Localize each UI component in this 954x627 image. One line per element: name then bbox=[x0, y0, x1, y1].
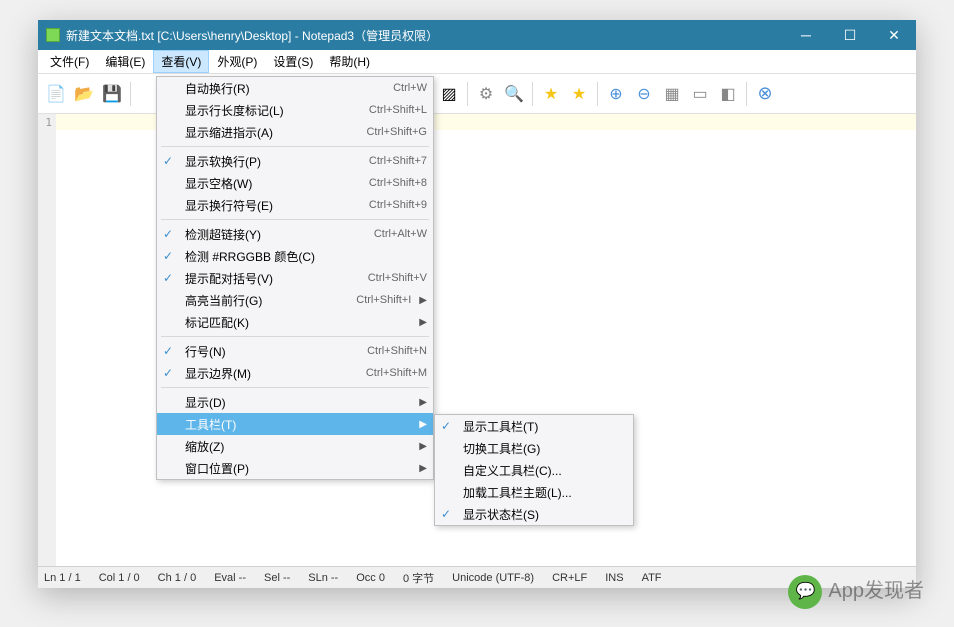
menuitem-indent-guides[interactable]: 显示缩进指示(A)Ctrl+Shift+G bbox=[157, 121, 433, 143]
status-ch[interactable]: Ch 1 / 0 bbox=[158, 572, 197, 584]
star-icon[interactable]: ★ bbox=[539, 82, 563, 106]
star-add-icon[interactable]: ★ bbox=[567, 82, 591, 106]
submenu-arrow-icon: ▶ bbox=[419, 463, 427, 474]
app-icon bbox=[46, 28, 60, 42]
menu-file[interactable]: 文件(F) bbox=[42, 50, 97, 73]
menu-settings[interactable]: 设置(S) bbox=[265, 50, 321, 73]
toolbar-divider bbox=[597, 82, 598, 106]
menu-separator bbox=[161, 219, 429, 220]
status-ins[interactable]: INS bbox=[605, 572, 623, 584]
menuitem-long-line-marker[interactable]: 显示行长度标记(L)Ctrl+Shift+L bbox=[157, 99, 433, 121]
menuitem-show-toolbar[interactable]: ✓显示工具栏(T) bbox=[435, 415, 633, 437]
zoom-in-icon[interactable]: ⊕ bbox=[604, 82, 628, 106]
submenu-arrow-icon: ▶ bbox=[419, 441, 427, 452]
check-icon: ✓ bbox=[441, 419, 451, 433]
status-atf[interactable]: ATF bbox=[642, 572, 662, 584]
statusbar: Ln 1 / 1 Col 1 / 0 Ch 1 / 0 Eval -- Sel … bbox=[38, 566, 916, 588]
submenu-arrow-icon: ▶ bbox=[419, 295, 427, 306]
status-encoding[interactable]: Unicode (UTF-8) bbox=[452, 572, 534, 584]
open-file-icon[interactable]: 📂 bbox=[72, 82, 96, 106]
checkmark-icon[interactable]: ▨ bbox=[437, 82, 461, 106]
menu-edit[interactable]: 编辑(E) bbox=[97, 50, 153, 73]
menuitem-brace-match[interactable]: ✓提示配对括号(V)Ctrl+Shift+V bbox=[157, 267, 433, 289]
submenu-arrow-icon: ▶ bbox=[419, 419, 427, 430]
check-icon: ✓ bbox=[163, 366, 173, 380]
menuitem-margin[interactable]: ✓显示边界(M)Ctrl+Shift+M bbox=[157, 362, 433, 384]
check-icon: ✓ bbox=[163, 271, 173, 285]
tree-icon[interactable]: ⚙ bbox=[474, 82, 498, 106]
submenu-arrow-icon: ▶ bbox=[419, 317, 427, 328]
close-button[interactable]: ✕ bbox=[872, 20, 916, 50]
menuitem-toolbars[interactable]: 工具栏(T)▶ bbox=[157, 413, 433, 435]
submenu-arrow-icon: ▶ bbox=[419, 397, 427, 408]
menuitem-eol[interactable]: 显示换行符号(E)Ctrl+Shift+9 bbox=[157, 194, 433, 216]
new-file-icon[interactable]: 📄 bbox=[44, 82, 68, 106]
panel-icon[interactable]: ◧ bbox=[716, 82, 740, 106]
menu-view[interactable]: 查看(V) bbox=[153, 50, 209, 73]
menu-separator bbox=[161, 336, 429, 337]
line-number: 1 bbox=[45, 116, 52, 129]
menubar: 文件(F) 编辑(E) 查看(V) 外观(P) 设置(S) 帮助(H) bbox=[38, 50, 916, 74]
menuitem-bookmarks[interactable]: 标记匹配(K)▶ bbox=[157, 311, 433, 333]
window-title: 新建文本文档.txt [C:\Users\henry\Desktop] - No… bbox=[66, 27, 784, 44]
toolbar-divider bbox=[746, 82, 747, 106]
menu-separator bbox=[161, 146, 429, 147]
line-number-gutter: 1 bbox=[38, 114, 56, 566]
menu-help[interactable]: 帮助(H) bbox=[321, 50, 378, 73]
status-sel[interactable]: Sel -- bbox=[264, 572, 290, 584]
check-icon: ✓ bbox=[163, 227, 173, 241]
stop-icon[interactable]: ⊗ bbox=[753, 82, 777, 106]
menuitem-highlight-line[interactable]: 高亮当前行(G)Ctrl+Shift+I▶ bbox=[157, 289, 433, 311]
save-icon[interactable]: 💾 bbox=[100, 82, 124, 106]
menuitem-window-pos[interactable]: 窗口位置(P)▶ bbox=[157, 457, 433, 479]
toolbar-divider bbox=[467, 82, 468, 106]
check-icon: ✓ bbox=[441, 507, 451, 521]
maximize-button[interactable]: ☐ bbox=[828, 20, 872, 50]
menuitem-rrggbb[interactable]: ✓检测 #RRGGBB 颜色(C) bbox=[157, 245, 433, 267]
menuitem-customize-toolbar[interactable]: 自定义工具栏(C)... bbox=[435, 459, 633, 481]
check-icon: ✓ bbox=[163, 249, 173, 263]
zoom-out-icon[interactable]: ⊖ bbox=[632, 82, 656, 106]
check-icon: ✓ bbox=[163, 154, 173, 168]
minimize-button[interactable]: ─ bbox=[784, 20, 828, 50]
view-dropdown: 自动换行(R)Ctrl+W 显示行长度标记(L)Ctrl+Shift+L 显示缩… bbox=[156, 76, 434, 480]
box-icon[interactable]: ▭ bbox=[688, 82, 712, 106]
menu-appearance[interactable]: 外观(P) bbox=[209, 50, 265, 73]
menuitem-hyperlinks[interactable]: ✓检测超链接(Y)Ctrl+Alt+W bbox=[157, 223, 433, 245]
toolbars-submenu: ✓显示工具栏(T) 切换工具栏(G) 自定义工具栏(C)... 加载工具栏主题(… bbox=[434, 414, 634, 526]
toolbar-divider bbox=[532, 82, 533, 106]
menuitem-zoom[interactable]: 缩放(Z)▶ bbox=[157, 435, 433, 457]
status-ln[interactable]: Ln 1 / 1 bbox=[44, 572, 81, 584]
status-eol[interactable]: CR+LF bbox=[552, 572, 587, 584]
status-bytes[interactable]: 0 字节 bbox=[403, 570, 434, 586]
menuitem-word-wrap[interactable]: 自动换行(R)Ctrl+W bbox=[157, 77, 433, 99]
menuitem-whitespace[interactable]: 显示空格(W)Ctrl+Shift+8 bbox=[157, 172, 433, 194]
check-icon: ✓ bbox=[163, 344, 173, 358]
menuitem-display[interactable]: 显示(D)▶ bbox=[157, 391, 433, 413]
menuitem-show-statusbar[interactable]: ✓显示状态栏(S) bbox=[435, 503, 633, 525]
menuitem-switch-toolbar[interactable]: 切换工具栏(G) bbox=[435, 437, 633, 459]
menu-separator bbox=[161, 387, 429, 388]
menuitem-soft-wrap[interactable]: ✓显示软换行(P)Ctrl+Shift+7 bbox=[157, 150, 433, 172]
menuitem-load-theme[interactable]: 加载工具栏主题(L)... bbox=[435, 481, 633, 503]
toolbar-divider bbox=[130, 82, 131, 106]
titlebar[interactable]: 新建文本文档.txt [C:\Users\henry\Desktop] - No… bbox=[38, 20, 916, 50]
status-eval[interactable]: Eval -- bbox=[214, 572, 246, 584]
search-icon[interactable]: 🔍 bbox=[502, 82, 526, 106]
status-occ[interactable]: Occ 0 bbox=[356, 572, 385, 584]
status-col[interactable]: Col 1 / 0 bbox=[99, 572, 140, 584]
menuitem-line-numbers[interactable]: ✓行号(N)Ctrl+Shift+N bbox=[157, 340, 433, 362]
status-sln[interactable]: SLn -- bbox=[308, 572, 338, 584]
grid-icon[interactable]: ▦ bbox=[660, 82, 684, 106]
